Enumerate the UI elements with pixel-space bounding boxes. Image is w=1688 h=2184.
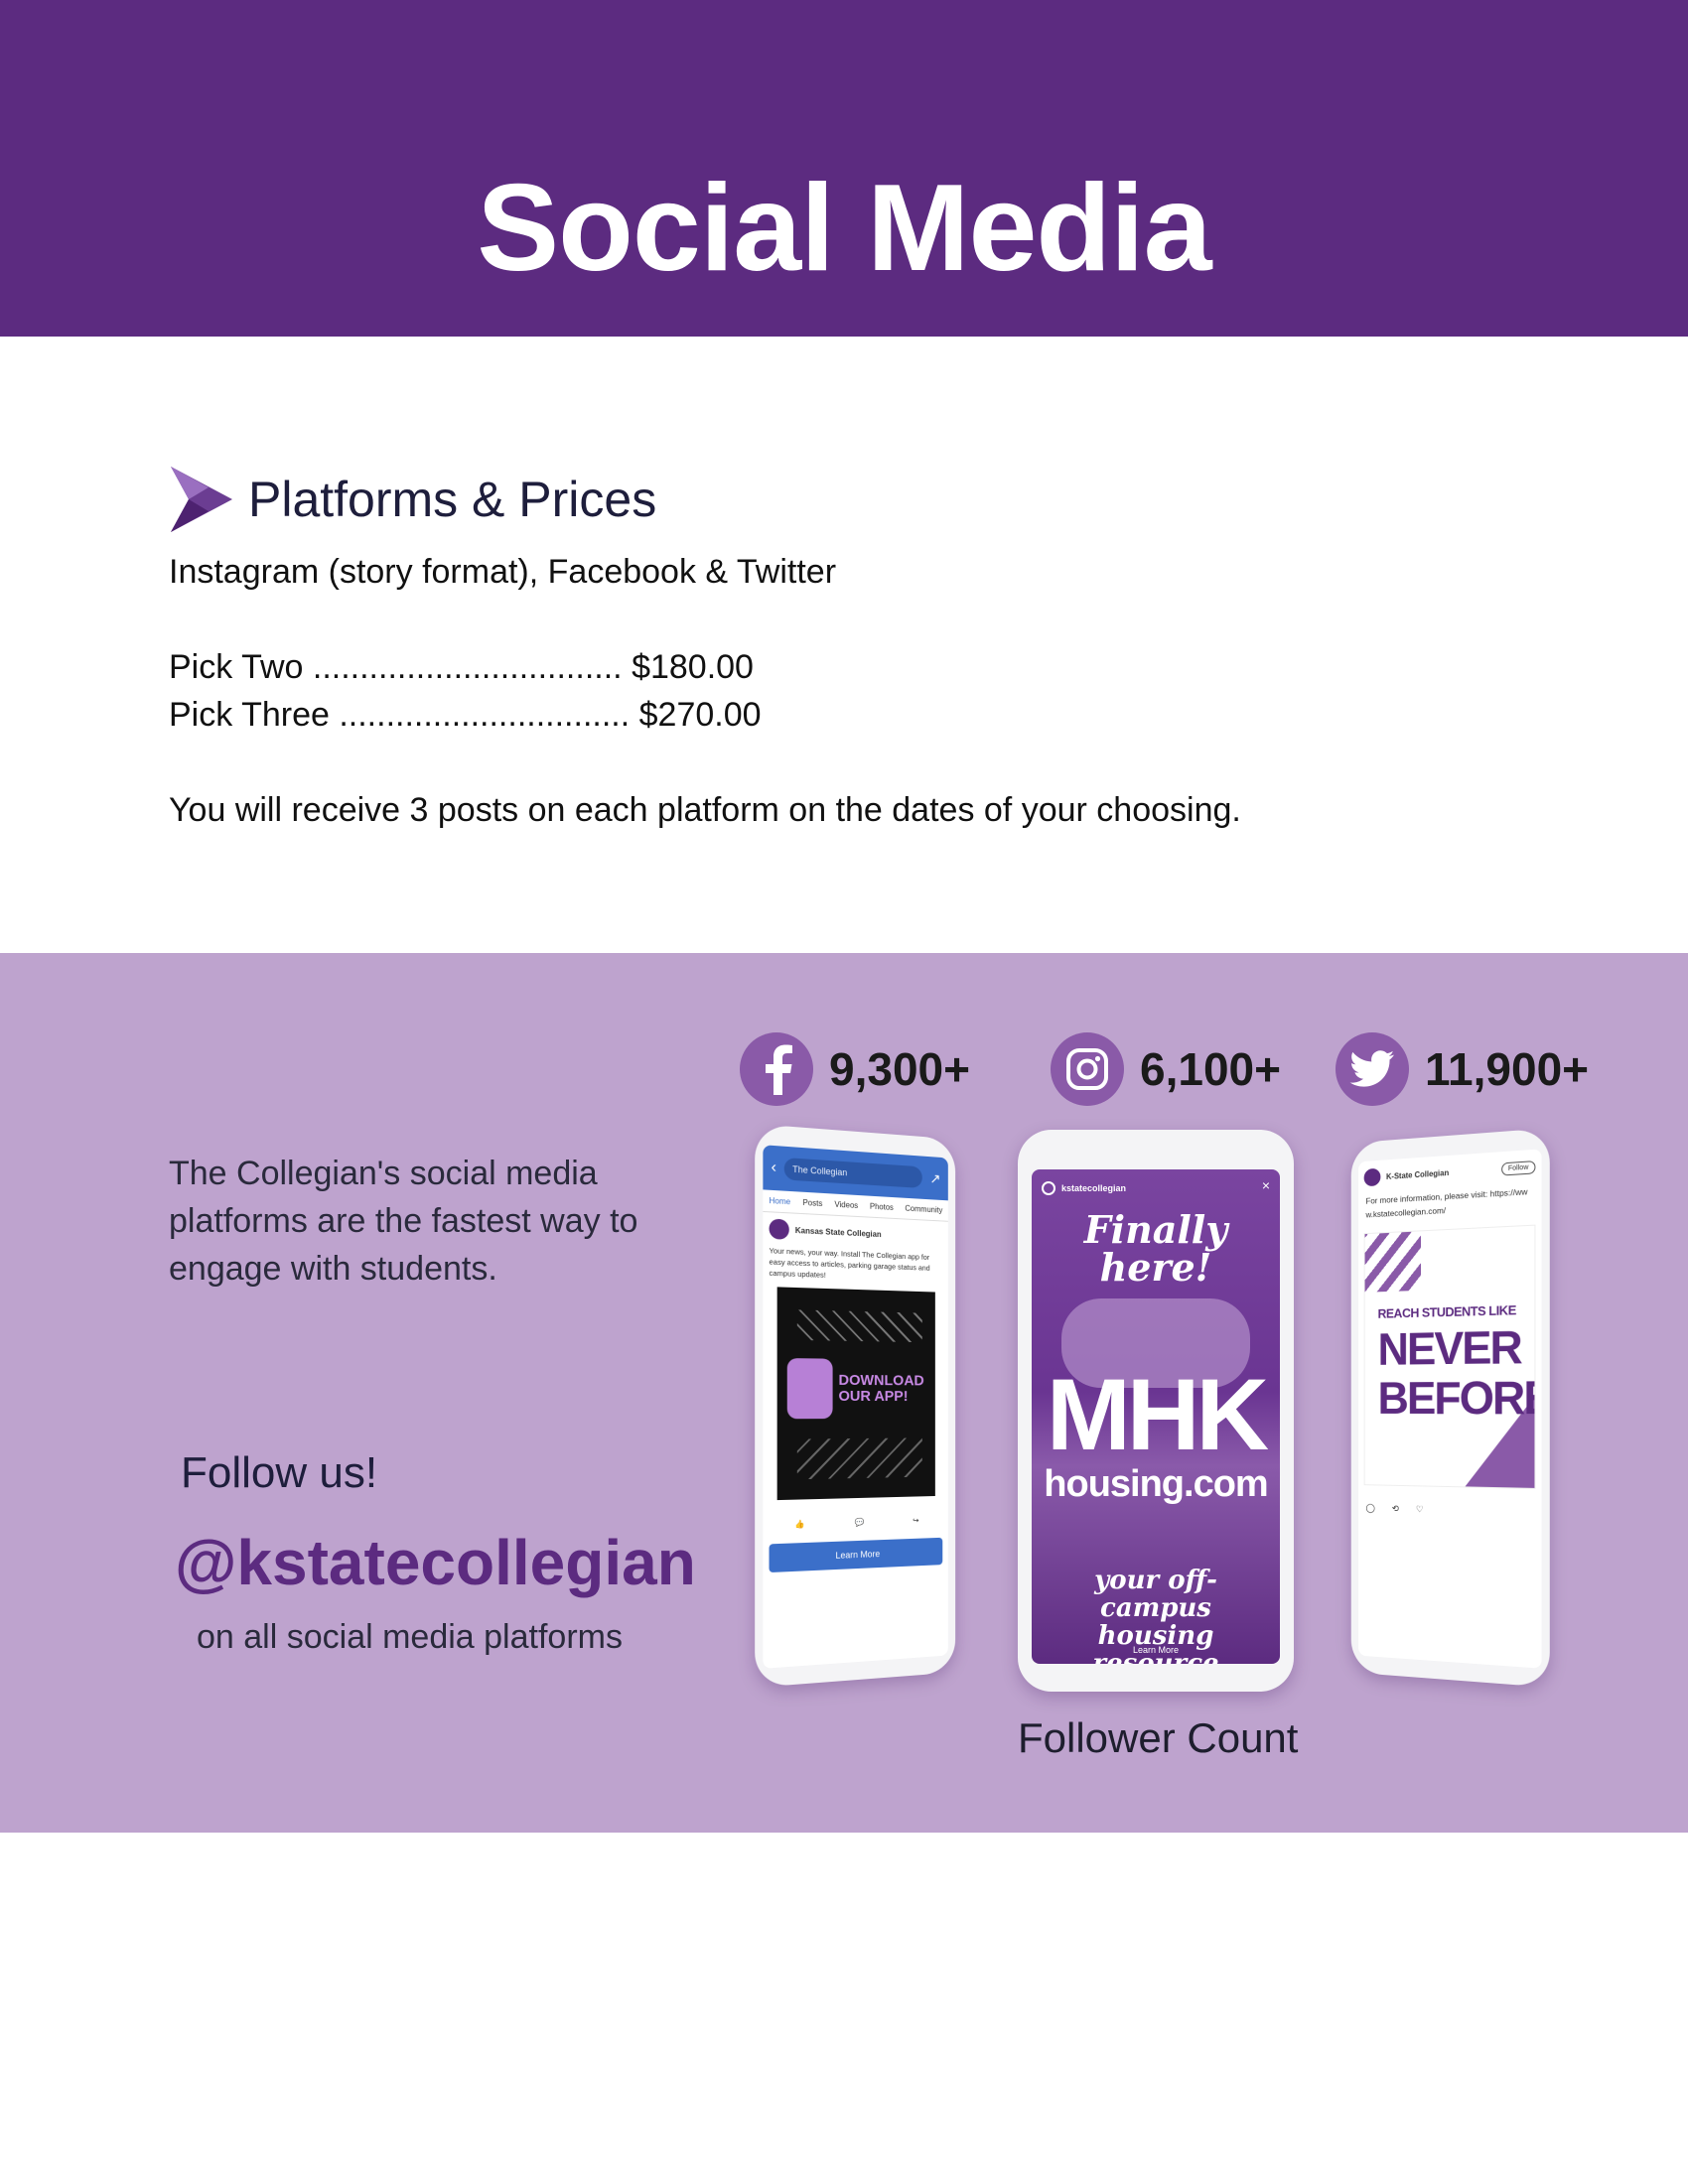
tab: Posts	[802, 1198, 822, 1208]
stat-instagram: 6,100+	[1051, 1032, 1281, 1106]
stripe-graphic	[1365, 1231, 1421, 1292]
platforms-subtitle: Instagram (story format), Facebook & Twi…	[169, 552, 836, 593]
social-handle-sub: on all social media platforms	[197, 1620, 623, 1654]
confetti-pattern	[797, 1437, 922, 1479]
phone-facebook-mockup: ‹ The Collegian ↗ Home Posts Videos Phot…	[755, 1124, 955, 1688]
follower-count: 11,900+	[1425, 1046, 1589, 1092]
stat-facebook: 9,300+	[740, 1032, 970, 1106]
price-row-pick-three: Pick Three .............................…	[169, 695, 762, 736]
tab: Videos	[834, 1200, 858, 1210]
stat-twitter: 11,900+	[1336, 1032, 1589, 1106]
avatar	[1042, 1181, 1055, 1195]
tab: Home	[770, 1196, 791, 1206]
price-leader-dots: .................................	[313, 648, 623, 686]
ad-line-2: NEVER	[1378, 1323, 1521, 1371]
swipe-up: Learn More	[1032, 1640, 1280, 1658]
facebook-actions: 👍 💬 ↪	[770, 1515, 943, 1530]
instagram-screen: kstatecollegian × Finally here! MHK hous…	[1032, 1169, 1280, 1664]
follow-label: Follow us!	[181, 1451, 377, 1495]
account-name: kstatecollegian	[1061, 1183, 1126, 1193]
ad-line-1: REACH STUDENTS LIKE	[1378, 1303, 1516, 1320]
story-header: kstatecollegian	[1042, 1181, 1126, 1195]
follower-count-caption: Follower Count	[1018, 1717, 1298, 1759]
arrow-right-icon	[169, 465, 234, 534]
learn-more-button: Learn More	[770, 1538, 943, 1572]
follow-button: Follow	[1501, 1160, 1536, 1176]
avatar	[1364, 1168, 1381, 1187]
price-label: Pick Two	[169, 648, 303, 686]
platforms-heading: Platforms & Prices	[169, 465, 656, 534]
follower-count: 9,300+	[829, 1046, 970, 1092]
reply-icon: ◯	[1366, 1503, 1375, 1514]
like-icon: 👍	[794, 1520, 804, 1529]
back-icon: ‹	[772, 1159, 776, 1177]
phone-twitter-mockup: K-State Collegian Follow For more inform…	[1351, 1128, 1550, 1688]
search-text: The Collegian	[792, 1164, 847, 1178]
social-intro: The Collegian's social media platforms a…	[169, 1150, 665, 1293]
price-value: $180.00	[632, 648, 754, 686]
phone-instagram-mockup: kstatecollegian × Finally here! MHK hous…	[1018, 1130, 1294, 1692]
retweet-icon: ⟲	[1392, 1503, 1399, 1514]
facebook-screen: ‹ The Collegian ↗ Home Posts Videos Phot…	[763, 1145, 947, 1669]
facebook-icon	[740, 1032, 813, 1106]
tweet-actions: ◯ ⟲ ♡	[1366, 1503, 1534, 1519]
app-icon	[787, 1358, 833, 1419]
price-row-pick-two: Pick Two ...............................…	[169, 647, 754, 688]
share-icon: ↪	[913, 1516, 918, 1525]
ad-line-3: BEFORE	[1378, 1374, 1536, 1421]
tweet-ad-image: REACH STUDENTS LIKE NEVER BEFORE	[1364, 1225, 1536, 1489]
social-handle: @kstatecollegian	[175, 1531, 696, 1594]
twitter-screen: K-State Collegian Follow For more inform…	[1358, 1149, 1541, 1668]
brand-big: MHK	[1032, 1364, 1280, 1465]
price-label: Pick Three	[169, 696, 330, 734]
post-text: Your news, your way. Install The Collegi…	[763, 1245, 947, 1285]
facebook-search-field: The Collegian	[784, 1158, 922, 1188]
page-name: Kansas State Collegian	[795, 1225, 882, 1238]
close-icon: ×	[1262, 1177, 1270, 1193]
story-headline: Finally here!	[1032, 1211, 1280, 1287]
like-icon: ♡	[1416, 1504, 1424, 1515]
comment-icon: 💬	[855, 1518, 865, 1527]
instagram-icon	[1051, 1032, 1124, 1106]
brand-small: housing.com	[1032, 1465, 1280, 1503]
price-leader-dots: ...............................	[339, 696, 630, 734]
account-name: K-State Collegian	[1386, 1164, 1501, 1181]
follower-count: 6,100+	[1140, 1046, 1281, 1092]
share-icon: ↗	[930, 1169, 941, 1186]
cta-label: Learn More	[836, 1549, 881, 1561]
facebook-ad-image: DOWNLOAD OUR APP!	[777, 1287, 935, 1500]
cta-label: Learn More	[1133, 1645, 1179, 1655]
tab: Community	[905, 1204, 942, 1215]
avatar	[770, 1218, 789, 1239]
page-title: Social Media	[0, 167, 1688, 290]
confetti-pattern	[797, 1309, 922, 1342]
price-value: $270.00	[639, 696, 762, 734]
twitter-icon	[1336, 1032, 1409, 1106]
ad-headline: DOWNLOAD OUR APP!	[838, 1373, 911, 1405]
tab: Photos	[870, 1202, 894, 1212]
section-heading: Platforms & Prices	[248, 475, 656, 524]
platforms-note: You will receive 3 posts on each platfor…	[169, 790, 1241, 831]
